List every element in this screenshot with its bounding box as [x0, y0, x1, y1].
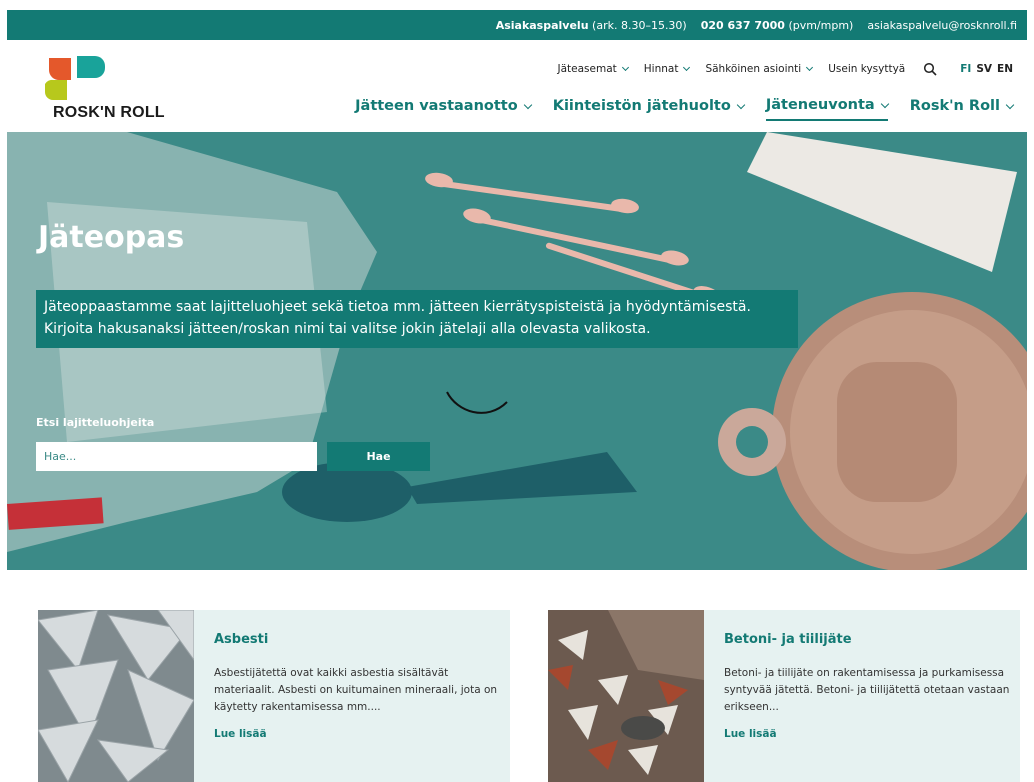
chevron-down-icon [1005, 100, 1015, 109]
util-nav-usein-kysyttya[interactable]: Usein kysyttyä [828, 63, 905, 75]
waste-card-betoni-tiilijate[interactable]: Betoni- ja tiilijäte Betoni- ja tiilijät… [548, 610, 1020, 782]
search-input[interactable] [36, 442, 317, 471]
top-contact-bar: Asiakaspalvelu (ark. 8.30–15.30) 020 637… [7, 10, 1027, 40]
util-nav-hinnat[interactable]: Hinnat [644, 63, 691, 75]
card-text: Asbestijätettä ovat kaikki asbestia sisä… [214, 667, 498, 713]
chevron-down-icon [736, 100, 746, 109]
logo[interactable]: ROSK'N ROLL [43, 54, 223, 124]
card-title[interactable]: Betoni- ja tiilijäte [724, 632, 1014, 647]
concrete-brick-image [548, 610, 704, 782]
page-title: Jäteopas [38, 220, 185, 255]
email-link[interactable]: asiakaspalvelu@rosknroll.fi [867, 19, 1017, 32]
waste-card-asbesti[interactable]: Asbesti Asbestijätettä ovat kaikki asbes… [38, 610, 510, 782]
site-header: ROSK'N ROLL Jäteasemat Hinnat Sähköinen … [7, 40, 1027, 132]
asbestos-image [38, 610, 194, 782]
logo-text: ROSK'N ROLL [53, 104, 165, 121]
customer-service-info: Asiakaspalvelu (ark. 8.30–15.30) [495, 18, 687, 32]
chevron-down-icon [523, 100, 532, 109]
read-more-link[interactable]: Lue lisää [724, 728, 777, 740]
phone-info[interactable]: 020 637 7000 (pvm/mpm) [701, 19, 854, 32]
hero-banner: Jäteopas Jäteoppaastamme saat lajitteluo… [7, 132, 1027, 570]
language-switcher: FI SV EN [955, 63, 1013, 75]
card-body: Asbesti Asbestijätettä ovat kaikki asbes… [214, 632, 504, 741]
main-nav: Jätteen vastaanotto Kiinteistön jätehuol… [333, 97, 1015, 121]
util-nav-jateasemat[interactable]: Jäteasemat [558, 63, 629, 75]
util-nav-sahkoinen-asiointi[interactable]: Sähköinen asiointi [705, 63, 814, 75]
chevron-down-icon [806, 63, 814, 72]
lang-sv[interactable]: SV [976, 63, 992, 75]
lang-fi[interactable]: FI [960, 63, 971, 75]
hero-intro-line-1: Jäteoppaastamme saat lajitteluohjeet sek… [44, 299, 751, 315]
main-nav-jateneuvonta[interactable]: Jäteneuvonta [765, 97, 889, 121]
main-nav-kiinteiston-jatehuolto[interactable]: Kiinteistön jätehuolto [553, 97, 746, 121]
main-nav-rosknroll[interactable]: Rosk'n Roll [910, 97, 1015, 121]
chevron-down-icon [621, 63, 629, 72]
read-more-link[interactable]: Lue lisää [214, 728, 267, 740]
hero-intro-line-2: Kirjoita hakusanaksi jätteen/roskan nimi… [44, 321, 651, 337]
main-nav-jatteen-vastaanotto[interactable]: Jätteen vastaanotto [355, 97, 532, 121]
logo-icon [45, 56, 105, 100]
utility-nav: Jäteasemat Hinnat Sähköinen asiointi Use… [542, 62, 1013, 76]
chevron-down-icon [880, 99, 889, 108]
card-text: Betoni- ja tiilijäte on rakentamisessa j… [724, 667, 1010, 713]
card-title[interactable]: Asbesti [214, 632, 504, 647]
search-button[interactable]: Hae [327, 442, 430, 471]
hero-background-image [7, 132, 1027, 570]
hero-intro-box: Jäteoppaastamme saat lajitteluohjeet sek… [36, 290, 798, 348]
lang-en[interactable]: EN [997, 63, 1013, 75]
search-icon[interactable] [923, 62, 937, 76]
card-body: Betoni- ja tiilijäte Betoni- ja tiilijät… [724, 632, 1014, 741]
search-label: Etsi lajitteluohjeita [36, 416, 155, 429]
chevron-down-icon [683, 63, 691, 72]
